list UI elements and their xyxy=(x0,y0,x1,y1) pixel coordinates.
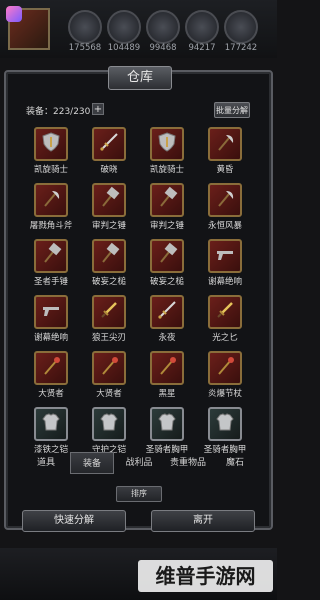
inventory-slot[interactable] xyxy=(150,183,184,217)
inventory-slot[interactable] xyxy=(92,351,126,385)
inventory-slot[interactable] xyxy=(92,127,126,161)
gun-icon xyxy=(213,242,237,270)
axe-icon xyxy=(213,186,237,214)
tab-0[interactable]: 道具 xyxy=(24,452,68,474)
axe-icon xyxy=(39,186,63,214)
inventory-slot[interactable] xyxy=(208,351,242,385)
inventory-slot[interactable] xyxy=(150,127,184,161)
item-name: 破晓 xyxy=(100,165,118,175)
resource-icon xyxy=(224,10,258,44)
item-name: 谢幕绝响 xyxy=(207,277,242,287)
inventory-slot[interactable] xyxy=(92,407,126,441)
resource-count: 177242 xyxy=(224,43,258,53)
item-name: 狼王尖刃 xyxy=(91,333,126,343)
item-name: 圣者手锤 xyxy=(33,277,68,287)
item-name: 大贤者 xyxy=(38,389,64,399)
inventory-slot[interactable] xyxy=(34,239,68,273)
staff-icon xyxy=(97,354,121,382)
sword-icon xyxy=(155,298,179,326)
inventory-slot[interactable] xyxy=(34,295,68,329)
inventory-slot[interactable] xyxy=(208,239,242,273)
armor-icon xyxy=(39,410,63,438)
item-name: 屠戮角斗斧 xyxy=(29,221,73,231)
inventory-slot[interactable] xyxy=(150,295,184,329)
hammer-icon xyxy=(97,242,121,270)
inventory-slot[interactable] xyxy=(150,239,184,273)
resource-count: 99468 xyxy=(149,43,177,53)
hammer-icon xyxy=(155,186,179,214)
equip-count: 装备：223/230 xyxy=(26,107,91,117)
armor-icon xyxy=(97,410,121,438)
armor-icon xyxy=(213,410,237,438)
watermark: 维普手游网 xyxy=(138,560,273,592)
resource-count: 175568 xyxy=(68,43,102,53)
resource-count: 94217 xyxy=(188,43,216,53)
inventory-slot[interactable] xyxy=(208,183,242,217)
item-name: 审判之锤 xyxy=(149,221,184,231)
resource-count: 104489 xyxy=(107,43,141,53)
leave-button[interactable]: 离开 xyxy=(151,510,255,532)
tab-2[interactable]: 战利品 xyxy=(116,452,162,474)
inventory-slot[interactable] xyxy=(208,127,242,161)
inventory-slot[interactable] xyxy=(92,295,126,329)
app-badge-icon xyxy=(6,6,22,22)
shield-icon xyxy=(155,130,179,158)
item-name: 凯旋骑士 xyxy=(33,165,68,175)
inventory-slot[interactable] xyxy=(92,183,126,217)
inventory-slot[interactable] xyxy=(208,407,242,441)
expand-capacity-button[interactable]: + xyxy=(92,103,104,115)
batch-decompose-button[interactable]: 批量分解 xyxy=(214,102,250,118)
hammer-icon xyxy=(97,186,121,214)
tab-1[interactable]: 装备 xyxy=(70,452,114,474)
tab-3[interactable]: 贵重物品 xyxy=(164,452,212,474)
item-name: 黑星 xyxy=(158,389,176,399)
item-name: 破妄之槌 xyxy=(91,277,126,287)
item-name: 审判之锤 xyxy=(91,221,126,231)
inventory-slot[interactable] xyxy=(34,183,68,217)
item-name: 永恒风暴 xyxy=(207,221,242,231)
item-name: 光之匕 xyxy=(212,333,238,343)
hero-portrait[interactable] xyxy=(6,6,50,50)
resource-icon xyxy=(107,10,141,44)
inventory-slot[interactable] xyxy=(92,239,126,273)
inventory-slot[interactable] xyxy=(34,351,68,385)
inventory-slot[interactable] xyxy=(150,407,184,441)
hammer-icon xyxy=(39,242,63,270)
item-name: 永夜 xyxy=(158,333,176,343)
armor-icon xyxy=(155,410,179,438)
item-name: 谢幕绝响 xyxy=(33,333,68,343)
sword-icon xyxy=(97,130,121,158)
item-name: 凯旋骑士 xyxy=(149,165,184,175)
staff-icon xyxy=(155,354,179,382)
inventory-slot[interactable] xyxy=(150,351,184,385)
item-name: 破妄之槌 xyxy=(149,277,184,287)
sort-button[interactable]: 排序 xyxy=(116,486,162,502)
resource-icon xyxy=(146,10,180,44)
inventory-slot[interactable] xyxy=(208,295,242,329)
inventory-slot[interactable] xyxy=(34,407,68,441)
tab-4[interactable]: 魔石 xyxy=(214,452,256,474)
category-tabs: 道具 装备 战利品 贵重物品 魔石 xyxy=(24,452,256,474)
item-name: 大贤者 xyxy=(96,389,122,399)
resource-icon xyxy=(68,10,102,44)
item-name: 炎爆节杖 xyxy=(207,389,242,399)
dagger-icon xyxy=(97,298,121,326)
item-name: 黄昏 xyxy=(216,165,234,175)
hammer-icon xyxy=(155,242,179,270)
quick-decompose-button[interactable]: 快速分解 xyxy=(22,510,126,532)
staff-icon xyxy=(213,354,237,382)
window-title: 仓库 xyxy=(108,66,172,90)
resource-icon xyxy=(185,10,219,44)
axe-icon xyxy=(213,130,237,158)
dagger-icon xyxy=(213,298,237,326)
shield-icon xyxy=(39,130,63,158)
inventory-slot[interactable] xyxy=(34,127,68,161)
gun-icon xyxy=(39,298,63,326)
staff-icon xyxy=(39,354,63,382)
